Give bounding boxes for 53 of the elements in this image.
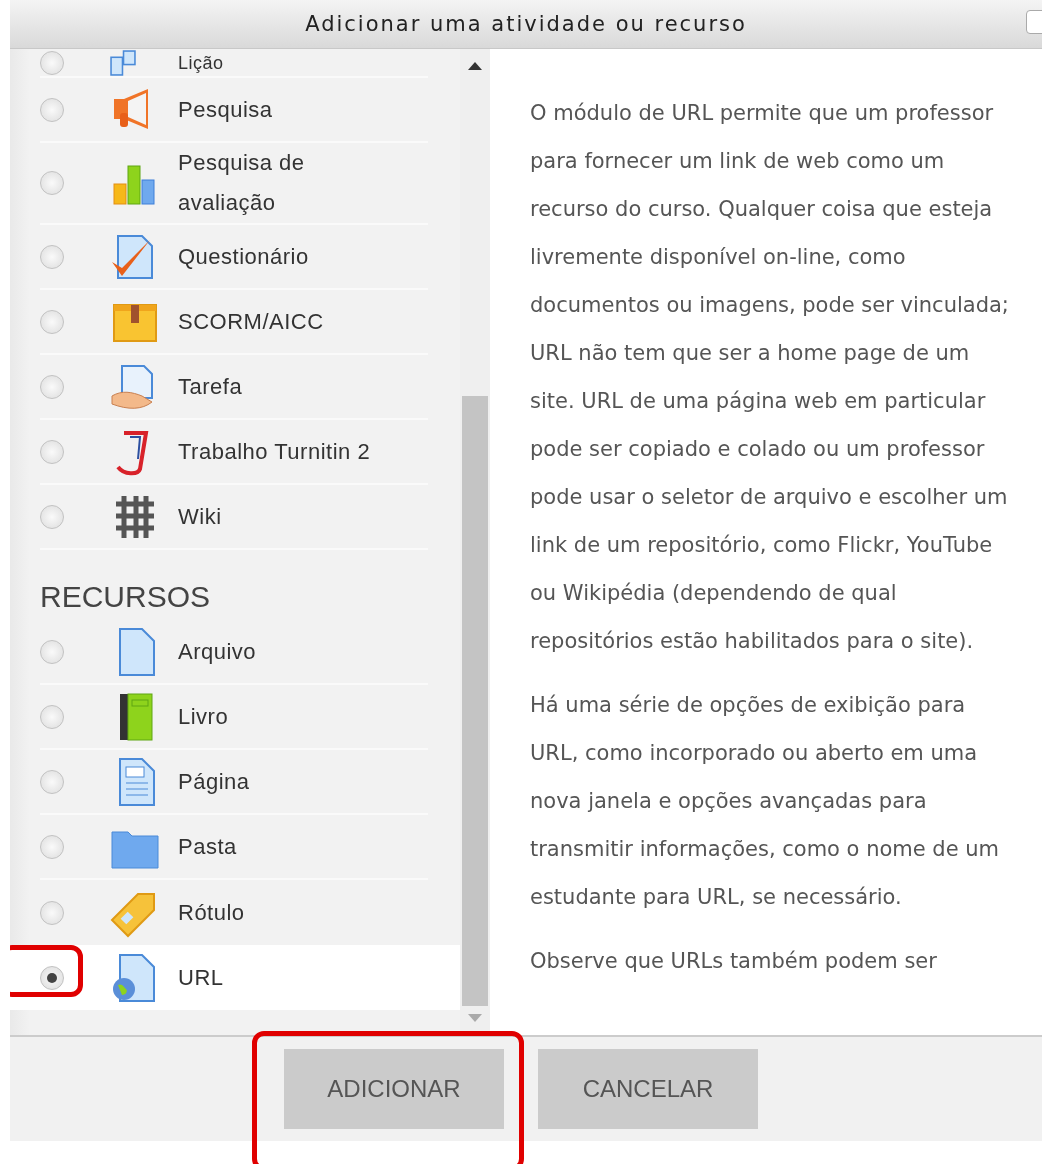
item-label: Pasta bbox=[178, 832, 237, 861]
radio-button[interactable] bbox=[40, 965, 64, 990]
radio-button[interactable] bbox=[40, 244, 64, 269]
item-label: Pesquisa de avaliação bbox=[178, 149, 306, 217]
radio-button[interactable] bbox=[40, 374, 64, 399]
dialog-button[interactable]: ADICIONAR bbox=[284, 1049, 504, 1129]
description-paragraph: O módulo de URL permite que um professor para fornecer um link de web como um recurso do curso. Qualquer coisa que esteja livremente disponível on-line, como documentos ou imagens, pode ser vinculada; URL não tem que ser a home page de um site. URL de uma página web em particular pode ser copiado e colado ou um professor pode usar o seletor de arquivo e escolher um link de um repositório, como Flickr, YouTube ou Wikipédia (dependendo de qual repositórios estão habilitados para o site). bbox=[530, 100, 1010, 655]
item-label: Página bbox=[178, 767, 250, 796]
item-label: Questionário bbox=[178, 242, 309, 271]
activity-icon bbox=[110, 49, 136, 76]
list-item[interactable]: Questionário bbox=[10, 225, 460, 290]
radio-button[interactable] bbox=[40, 900, 64, 925]
radio-button[interactable] bbox=[40, 171, 64, 195]
radio-button[interactable] bbox=[40, 704, 64, 729]
description-paragraph: Há uma série de opções de exibição para URL, como incorporado ou aberto em uma nova janela e opções avançadas para transmitir informações, como o nome de um estudante para URL, se necessário. bbox=[530, 692, 1001, 911]
radio-button[interactable] bbox=[40, 834, 64, 859]
radio-button[interactable] bbox=[40, 769, 64, 794]
list-item[interactable]: Arquivo bbox=[10, 620, 460, 685]
list-item[interactable]: Pesquisa bbox=[10, 78, 460, 143]
item-label: Pesquisa bbox=[178, 95, 273, 124]
radio-button[interactable] bbox=[40, 439, 64, 464]
item-label: SCORM/AICC bbox=[178, 307, 324, 336]
scroll-up-icon[interactable] bbox=[468, 61, 482, 71]
description-paragraph: Observe que URLs também podem ser bbox=[530, 948, 938, 975]
list-item[interactable]: Trabalho Turnitin 2 bbox=[10, 420, 460, 485]
list-item[interactable]: URL bbox=[10, 945, 460, 1010]
list-item[interactable]: Pasta bbox=[10, 815, 460, 880]
item-label: Lição bbox=[178, 51, 224, 75]
item-label: Tarefa bbox=[178, 372, 243, 401]
list-item[interactable]: Livro bbox=[10, 685, 460, 750]
item-label: Livro bbox=[178, 702, 229, 731]
scroll-down-icon[interactable] bbox=[468, 1013, 482, 1023]
section-heading: RECURSOS bbox=[39, 579, 212, 615]
item-label: Arquivo bbox=[178, 637, 257, 666]
item-label: Rótulo bbox=[178, 898, 245, 927]
scrollbar-thumb[interactable] bbox=[462, 396, 488, 1006]
list-item[interactable]: Página bbox=[10, 750, 460, 815]
radio-button[interactable] bbox=[40, 504, 64, 529]
dialog-button[interactable]: CANCELAR bbox=[538, 1049, 758, 1129]
list-item[interactable]: SCORM/AICC bbox=[10, 290, 460, 355]
radio-button[interactable] bbox=[40, 309, 64, 334]
list-item[interactable]: Rótulo bbox=[10, 880, 460, 945]
item-label: URL bbox=[178, 963, 224, 992]
radio-button[interactable] bbox=[40, 639, 64, 664]
dialog-title: Adicionar uma atividade ou recurso bbox=[305, 12, 747, 36]
item-label: Trabalho Turnitin 2 bbox=[178, 437, 371, 466]
radio-button[interactable] bbox=[40, 97, 64, 122]
radio-button[interactable] bbox=[40, 50, 64, 75]
list-item[interactable]: Tarefa bbox=[10, 355, 460, 420]
list-item[interactable]: Pesquisa de avaliação bbox=[10, 143, 460, 225]
list-item[interactable]: Lição bbox=[10, 49, 460, 78]
item-label: Wiki bbox=[178, 502, 222, 531]
list-item[interactable]: Wiki bbox=[10, 485, 460, 550]
